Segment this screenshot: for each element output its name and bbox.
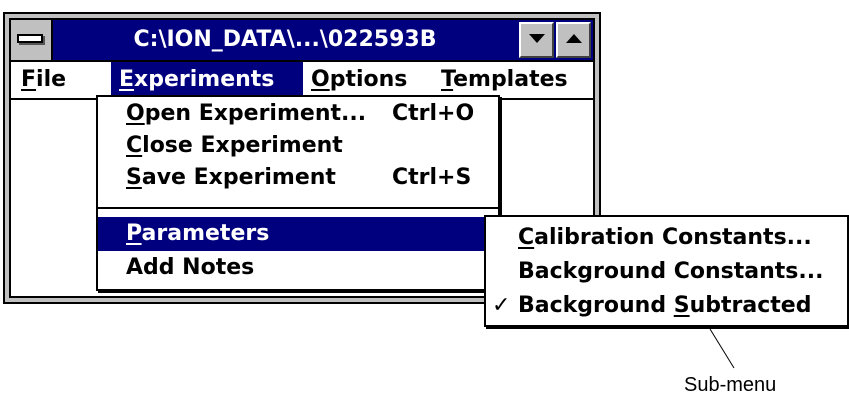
callout-label: Sub-menu [684, 374, 777, 396]
callout-leader-line [709, 328, 735, 369]
